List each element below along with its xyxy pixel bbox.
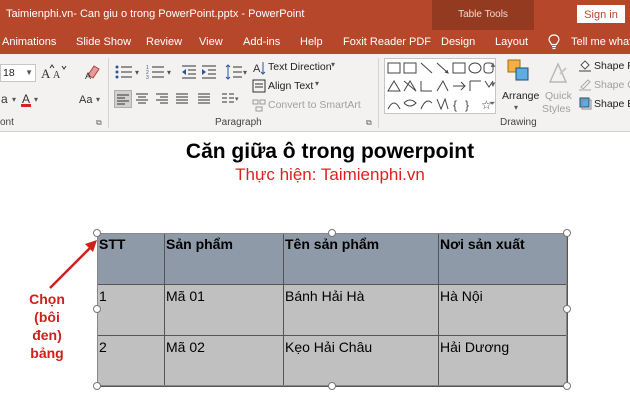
- red-arrow-icon: [49, 240, 97, 289]
- powerpoint-window: Taimienphi.vn- Can giu o trong PowerPoin…: [0, 0, 630, 404]
- callout-line: bảng: [30, 345, 64, 361]
- callout-line: Chọn: [29, 291, 65, 307]
- callout-line: (bôi đen): [32, 309, 62, 343]
- callout-annotation: Chọn (bôi đen) bảng: [18, 290, 76, 362]
